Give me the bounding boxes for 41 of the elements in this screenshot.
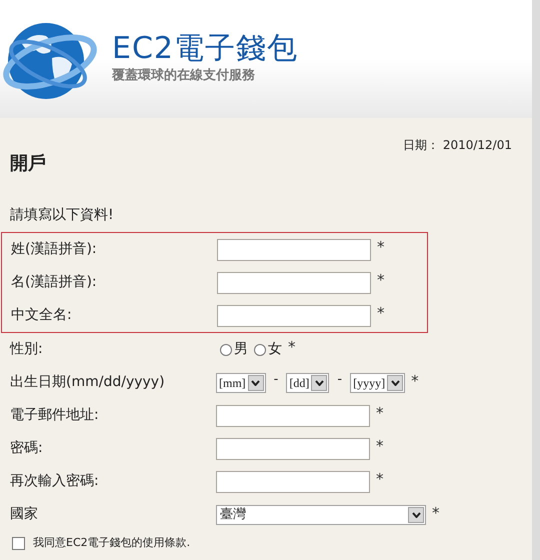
field-label: 中文全名: [11,306,73,325]
required-mark: * [288,337,296,358]
page-heading: 開戶 [10,152,47,176]
separator-text: - [337,370,342,389]
field-label: 性別: [10,340,44,359]
separator-text: - [274,370,278,389]
required-mark: * [377,270,384,290]
input-field[interactable] [216,404,370,426]
date-text: 日期： 2010/12/01 [403,137,512,154]
field-label: 名(漢語拼音): [11,273,98,292]
input-field[interactable] [217,238,371,260]
radio-button[interactable] [254,344,266,356]
site-title: EC2電子錢包 [112,32,298,66]
required-mark: * [377,236,384,258]
required-mark: * [376,436,384,456]
checkbox[interactable] [12,536,25,550]
required-mark: * [376,402,384,424]
required-mark: * [377,302,384,324]
checkbox-label: 我同意EC2電子錢包的使用條款. [33,535,190,551]
dropdown[interactable]: [dd] [286,372,330,392]
required-mark: * [411,370,419,392]
radio-button[interactable] [220,344,232,356]
input-field[interactable] [217,272,371,294]
field-label: 電子郵件地址: [10,406,100,425]
radio-label: 女 [268,340,282,359]
input-field[interactable] [217,304,371,326]
input-field[interactable] [216,470,370,492]
required-mark: * [432,502,440,524]
dropdown[interactable]: [yyyy] [350,372,406,392]
instruction-text: 請填寫以下資料! [10,206,115,225]
input-field[interactable] [216,438,370,460]
required-mark: * [376,468,384,490]
dropdown[interactable]: [mm] [216,372,266,392]
dropdown[interactable]: 臺灣 [216,504,426,524]
field-label: 出生日期(mm/dd/yyyy) [10,373,166,392]
field-label: 再次輸入密碼: [10,472,100,491]
field-label: 姓(漢語拼音): [11,240,98,259]
field-label: 密碼: [10,439,44,458]
radio-label: 男 [234,340,248,359]
field-label: 國家 [10,505,39,524]
site-subtitle: 覆蓋環球的在線支付服務 [112,67,256,86]
